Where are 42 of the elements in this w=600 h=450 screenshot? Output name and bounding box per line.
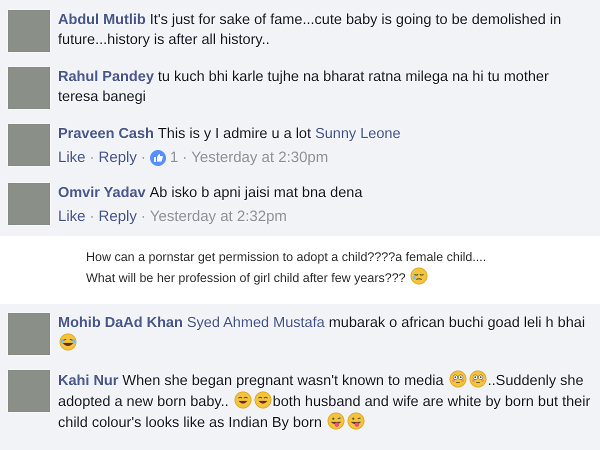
comment-time: Yesterday at 2:32pm	[150, 207, 287, 227]
comment-text: Abdul Mutlib It's just for sake of fame...cute baby is going to be demolished in future...history is after all history..	[58, 11, 562, 50]
tongue-out-emoji-icon	[346, 412, 365, 430]
mention-link[interactable]: Syed Ahmed Mustafa	[186, 315, 329, 331]
grinning-emoji-icon	[234, 391, 252, 409]
author-name[interactable]: Mohib DaAd Khan	[58, 315, 183, 331]
author-name[interactable]: Praveen Cash	[58, 126, 154, 142]
comment-text: Kahi Nur When she began pregnant wasn't known to media ..Suddenly she adopted a new born baby.. both husband and wife are white by born but their child colour's looks like as Indian By born	[58, 370, 592, 433]
comment-time: Yesterday at 2:30pm	[191, 148, 328, 168]
author-name[interactable]: Omvir Yadav	[58, 185, 146, 201]
laughing-emoji-icon	[59, 333, 77, 351]
avatar-placeholder	[8, 124, 50, 166]
crying-emoji-icon	[410, 267, 428, 285]
author-name[interactable]: Rahul Pandey	[58, 69, 154, 85]
comment-text: Mohib DaAd Khan Syed Ahmed Mustafa mubarak o african buchi goad leli h bhai	[58, 313, 592, 354]
comment-text: Praveen Cash This is y I admire u a lot Sunny Leone	[58, 125, 401, 144]
like-count: 1	[170, 148, 178, 168]
tongue-out-emoji-icon	[326, 412, 345, 430]
mention-link[interactable]: Sunny Leone	[315, 126, 401, 142]
grinning-emoji-icon	[254, 391, 272, 409]
like-link[interactable]: Like	[58, 148, 86, 168]
avatar-placeholder	[8, 10, 50, 52]
avatar-placeholder	[8, 183, 50, 225]
author-name[interactable]: Kahi Nur	[58, 373, 118, 389]
thumbs-up-icon	[150, 150, 166, 166]
avatar-placeholder	[8, 313, 50, 355]
avatar-placeholder	[8, 67, 50, 109]
like-link[interactable]: Like	[58, 207, 86, 227]
reply-link[interactable]: Reply	[98, 148, 137, 168]
comment-text: Omvir Yadav Ab isko b apni jaisi mat bna dena	[58, 184, 362, 203]
author-name[interactable]: Abdul Mutlib	[58, 12, 146, 28]
flushed-emoji-icon	[448, 370, 467, 388]
separator-dot: ·	[90, 207, 95, 227]
separator-dot: ·	[140, 148, 146, 168]
avatar-placeholder	[8, 370, 50, 412]
comment-text: Rahul Pandey tu kuch bhi karle tujhe na bharat ratna milega na hi tu mother teresa banegi	[58, 68, 550, 107]
separator-dot: ·	[90, 148, 95, 168]
separator-dot: ·	[140, 207, 146, 227]
comment-text: How can a pornstar get permission to adopt a child????a female child.... What will be her profession of girl child after few years???	[86, 249, 488, 287]
flushed-emoji-icon	[468, 370, 487, 388]
reply-link[interactable]: Reply	[98, 207, 137, 227]
separator-dot: ·	[182, 148, 188, 168]
